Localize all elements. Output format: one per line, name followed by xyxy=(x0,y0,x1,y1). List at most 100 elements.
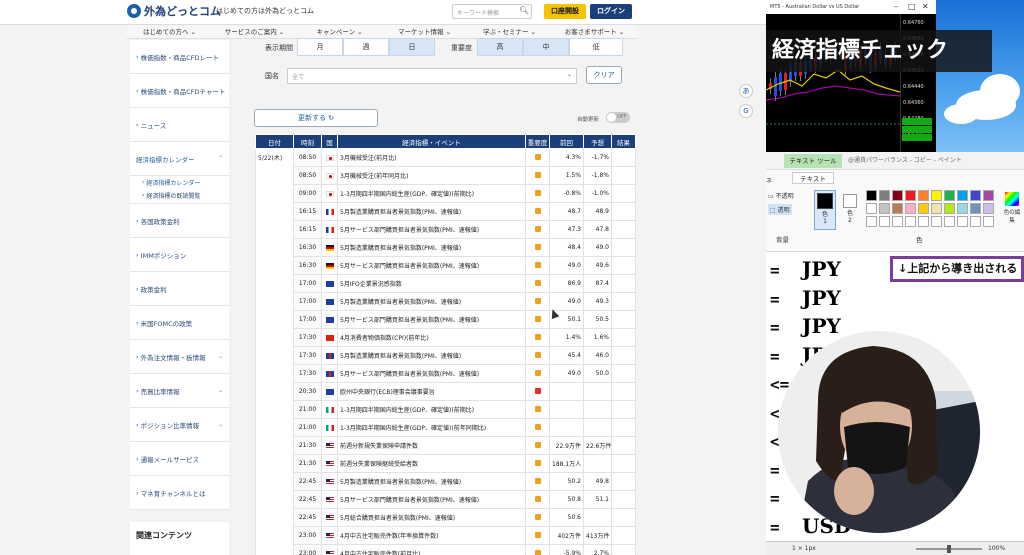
sidebar-item-economic-calendar[interactable]: 経済指標カレンダー ⌃ xyxy=(130,142,229,176)
palette-color[interactable] xyxy=(931,203,942,214)
auto-update-toggle[interactable]: OFF xyxy=(606,112,630,123)
cell-event[interactable]: 前週分失業保険継続受給者数 xyxy=(337,454,526,473)
importance-mid-button[interactable]: 中 xyxy=(523,38,569,56)
palette-color[interactable] xyxy=(892,203,903,214)
open-account-button[interactable]: 口座開設 xyxy=(544,4,586,19)
cell-event[interactable]: 4月中古住宅販売件数(前月比) xyxy=(337,544,526,555)
sidebar-item[interactable]: › 各国政策金利 xyxy=(130,204,229,238)
cell-event[interactable]: 5月製造業購買担当者景気指数(PMI、速報値) xyxy=(337,346,526,365)
period-day-button[interactable]: 日 xyxy=(389,38,435,56)
palette-color[interactable] xyxy=(944,190,955,201)
sidebar-item[interactable]: › IMMポジション xyxy=(130,238,229,272)
tab-text[interactable]: テキスト xyxy=(792,172,834,184)
sidebar-item[interactable]: › ニュース xyxy=(130,108,229,142)
nav-item[interactable]: キャンペーン ⌄ xyxy=(297,25,382,38)
palette-color[interactable] xyxy=(944,203,955,214)
site-logo[interactable]: 外為どっとコム xyxy=(144,3,221,19)
edit-colors-button[interactable]: 色の編集 xyxy=(1002,190,1022,230)
importance-high-button[interactable]: 高 xyxy=(477,38,523,56)
palette-color[interactable] xyxy=(866,203,877,214)
palette-color[interactable] xyxy=(892,216,903,227)
cell-event[interactable]: 1-3月期四半期国内総生産(GDP、確定値)(前期比) xyxy=(337,184,526,203)
extension-icon[interactable]: G xyxy=(739,104,753,118)
palette-color[interactable] xyxy=(931,216,942,227)
zoom-slider-handle[interactable] xyxy=(947,545,951,553)
sidebar-item[interactable]: › 政策金利 xyxy=(130,272,229,306)
palette-color[interactable] xyxy=(918,190,929,201)
palette-color[interactable] xyxy=(892,190,903,201)
palette-color[interactable] xyxy=(957,203,968,214)
cell-event[interactable]: 5月IFO企業景況感指数 xyxy=(337,274,526,293)
palette-color[interactable] xyxy=(970,190,981,201)
opaque-option[interactable]: ▭ 不透明 xyxy=(768,191,794,200)
login-button[interactable]: ログイン xyxy=(590,4,632,19)
palette-color[interactable] xyxy=(905,190,916,201)
palette-color[interactable] xyxy=(983,216,994,227)
cell-event[interactable]: 5月製造業購買担当者景気指数(PMI、速報値) xyxy=(337,292,526,311)
palette-color[interactable] xyxy=(957,216,968,227)
sidebar-item[interactable]: › 通報メールサービス xyxy=(130,442,229,476)
sidebar-item[interactable]: › 外為注文情報・板情報 ⌄ xyxy=(130,340,229,374)
close-icon[interactable]: ✕ xyxy=(922,2,929,11)
logo-icon[interactable] xyxy=(127,4,141,18)
color2-button[interactable]: 色 2 xyxy=(840,190,860,230)
cell-event[interactable]: 前週分新規失業保険申請件数 xyxy=(337,436,526,455)
sidebar-item[interactable]: › 株価指数・商品CFDチャート xyxy=(130,74,229,108)
sidebar-item[interactable]: › 売買比率情報 ⌄ xyxy=(130,374,229,408)
importance-low-button[interactable]: 低 xyxy=(569,38,623,56)
cell-event[interactable]: 4月中古住宅販売件数(年率換算件数) xyxy=(337,526,526,545)
nav-item[interactable]: はじめての方へ ⌄ xyxy=(127,25,212,38)
palette-color[interactable] xyxy=(879,203,890,214)
search-icon[interactable]: 🔍︎ xyxy=(519,6,529,15)
cell-event[interactable]: 4月消費者物価指数(CPI)(前年比) xyxy=(337,328,526,347)
cell-event[interactable]: 5月サービス部門購買担当者景気指数(PMI、速報値) xyxy=(337,220,526,239)
cell-event[interactable]: 欧州中央銀行(ECB)理事会議事要旨 xyxy=(337,382,526,401)
color1-button[interactable]: 色 1 xyxy=(814,190,836,230)
palette-color[interactable] xyxy=(957,190,968,201)
transparent-option[interactable]: ⬚ 透明 xyxy=(768,204,792,215)
cell-event[interactable]: 1-3月期四半期国内総生産(GDP、確定値)(前期比) xyxy=(337,400,526,419)
palette-color[interactable] xyxy=(866,190,877,201)
palette-color[interactable] xyxy=(983,190,994,201)
cell-event[interactable]: 5月製造業購買担当者景気指数(PMI、速報値) xyxy=(337,202,526,221)
sidebar-subitem-archive[interactable]: › 経済指標の既読閲覧 xyxy=(130,188,229,204)
cell-event[interactable]: 1-3月期四半期国内総生産(GDP、確定値)(前年同期比) xyxy=(337,418,526,437)
sidebar-item[interactable]: › ポジション比率情報 ⌄ xyxy=(130,408,229,442)
cell-event[interactable]: 5月サービス部門購買担当者景気指数(PMI、速報値) xyxy=(337,310,526,329)
sidebar-subitem-calendar[interactable]: › 経済指標カレンダー xyxy=(130,176,229,188)
sidebar-item[interactable]: › 米国FOMCの政策 xyxy=(130,306,229,340)
cell-event[interactable]: 5月サービス部門購買担当者景気指数(PMI、速報値) xyxy=(337,364,526,383)
tab-text-tool[interactable]: テキスト ツール xyxy=(784,154,842,168)
maximize-icon[interactable]: □ xyxy=(908,2,916,11)
site-tagline[interactable]: はじめての方は外為どっとコム xyxy=(216,6,314,16)
cell-event[interactable]: 5月製造業購買担当者景気指数(PMI、速報値) xyxy=(337,472,526,491)
sidebar-item[interactable]: › マネ育チャンネルとは xyxy=(130,476,229,510)
refresh-button[interactable]: 更新する ↻ xyxy=(254,109,378,127)
palette-color[interactable] xyxy=(970,203,981,214)
nav-item[interactable]: 学ぶ・セミナー ⌄ xyxy=(467,25,552,38)
cell-event[interactable]: 5月製造業購買担当者景気指数(PMI、速報値) xyxy=(337,238,526,257)
palette-color[interactable] xyxy=(905,216,916,227)
palette-color[interactable] xyxy=(944,216,955,227)
sidebar-item[interactable]: › 株価指数・商品CFDレート xyxy=(130,40,229,74)
cell-event[interactable]: 5月サービス部門購買担当者景気指数(PMI、速報値) xyxy=(337,256,526,275)
palette-color[interactable] xyxy=(866,216,877,227)
translate-icon[interactable]: あ xyxy=(739,84,753,98)
country-select[interactable]: 全て ⌄ xyxy=(287,68,577,84)
cell-event[interactable]: 3月機械受注(前年同月比) xyxy=(337,166,526,185)
palette-color[interactable] xyxy=(918,216,929,227)
clear-button[interactable]: クリア xyxy=(586,66,622,84)
cell-event[interactable]: 5月サービス部門購買担当者景気指数(PMI、速報値) xyxy=(337,490,526,509)
palette-color[interactable] xyxy=(983,203,994,214)
palette-color[interactable] xyxy=(931,190,942,201)
palette-color[interactable] xyxy=(879,216,890,227)
palette-color[interactable] xyxy=(970,216,981,227)
palette-color[interactable] xyxy=(905,203,916,214)
period-month-button[interactable]: 月 xyxy=(297,38,343,56)
nav-item[interactable]: サービスのご案内 ⌄ xyxy=(212,25,297,38)
cell-event[interactable]: 5月総合購買担当者景気指数(PMI、速報値) xyxy=(337,508,526,527)
palette-color[interactable] xyxy=(879,190,890,201)
nav-item[interactable]: お客さまサポート ⌄ xyxy=(552,25,637,38)
cell-event[interactable]: 3月機械受注(前月比) xyxy=(337,148,526,167)
minimize-icon[interactable]: – xyxy=(894,2,898,11)
